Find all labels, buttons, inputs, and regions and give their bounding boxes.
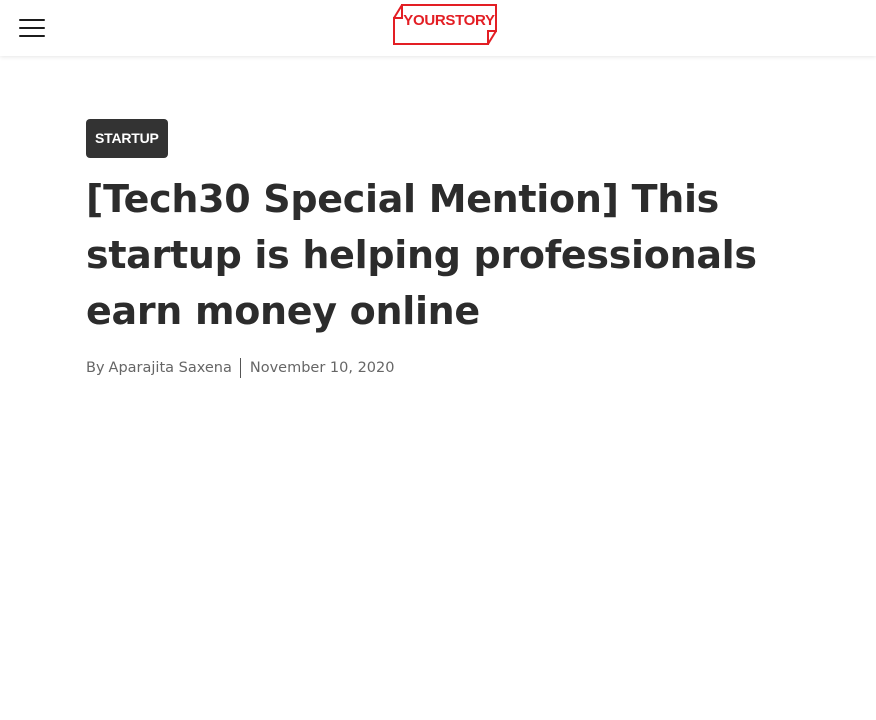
byline-prefix: By	[86, 360, 105, 376]
article-byline: By Aparajita Saxena November 10, 2020	[86, 357, 394, 379]
menu-bar	[19, 19, 45, 21]
logo-graphic: YOURSTORY	[393, 4, 497, 45]
logo-text: YOURSTORY	[403, 12, 495, 29]
menu-bar	[19, 35, 45, 37]
menu-bar	[19, 27, 45, 29]
category-badge[interactable]: STARTUP	[86, 119, 168, 158]
hamburger-menu-icon[interactable]	[19, 18, 45, 38]
article-title: [Tech30 Special Mention] This startup is…	[86, 177, 757, 333]
yourstory-logo[interactable]: YOURSTORY	[392, 3, 498, 47]
site-header: YOURSTORY	[0, 0, 876, 56]
author-link[interactable]: Aparajita Saxena	[109, 360, 232, 376]
publish-date: November 10, 2020	[249, 360, 395, 376]
byline-divider	[239, 358, 241, 378]
